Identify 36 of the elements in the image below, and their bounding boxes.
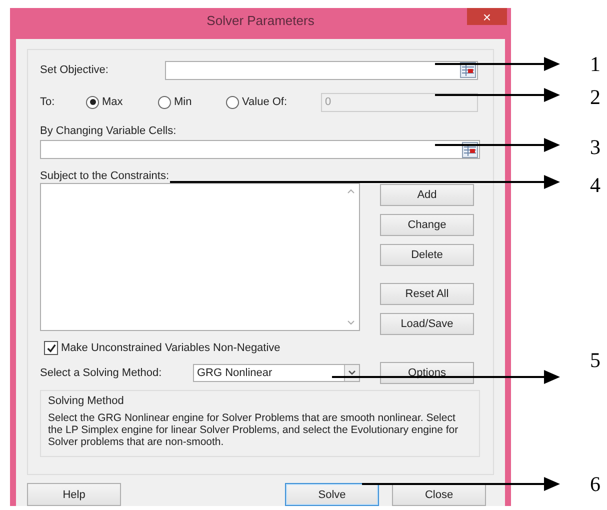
chevron-down-icon	[348, 370, 356, 376]
method-dropdown[interactable]: GRG Nonlinear	[193, 364, 360, 382]
constraint-button[interactable]: Reset All	[380, 283, 474, 305]
group-title: Solving Method	[48, 395, 125, 407]
dialog-button[interactable]: Solve	[285, 483, 379, 506]
scroll-down-icon[interactable]	[346, 320, 354, 325]
constraint-button[interactable]: Change	[380, 214, 474, 236]
annotation-number: 2	[590, 84, 600, 111]
constraints-list[interactable]	[40, 183, 360, 331]
options-button[interactable]: Options	[380, 362, 474, 384]
annotation-number: 3	[590, 134, 600, 161]
annotation-number: 4	[590, 172, 600, 199]
radio-option[interactable]: Value Of:	[226, 96, 321, 108]
check-icon	[46, 342, 56, 354]
field-label: By Changing Variable Cells:	[40, 125, 178, 137]
constraint-button[interactable]: Delete	[380, 244, 474, 266]
field-label: Subject to the Constraints:	[40, 170, 170, 182]
close-button[interactable]: ×	[467, 8, 507, 25]
field-label: To:	[40, 96, 56, 108]
variable-cells-field[interactable]	[40, 140, 480, 159]
non-negative-checkbox[interactable]: Make Unconstrained Variables Non-Negative	[44, 341, 481, 355]
dialog-button[interactable]: Help	[27, 483, 121, 506]
radio-option[interactable]: Max	[86, 96, 158, 108]
field-label: Select a Solving Method:	[40, 367, 163, 379]
field-label: Set Objective:	[40, 64, 110, 76]
objective-field[interactable]	[165, 60, 478, 80]
annotation-number: 5	[590, 347, 600, 374]
constraint-button[interactable]: Add	[380, 184, 474, 206]
annotation-number: 1	[590, 51, 600, 78]
radio-option[interactable]: Min	[158, 96, 226, 108]
constraint-button[interactable]: Load/Save	[380, 313, 474, 335]
dialog-button[interactable]: Close	[392, 483, 486, 506]
method-description: Select the GRG Nonlinear engine for Solver Problems that are smooth nonlinear. Select the LP Simplex engine for linear Solver Problems, and select the Evolutionary engine for Solver problems that are non-smooth.	[48, 412, 460, 448]
annotation-number: 6	[590, 471, 600, 498]
window-title: Solver Parameters	[206, 12, 314, 28]
scroll-up-icon[interactable]	[346, 189, 354, 194]
